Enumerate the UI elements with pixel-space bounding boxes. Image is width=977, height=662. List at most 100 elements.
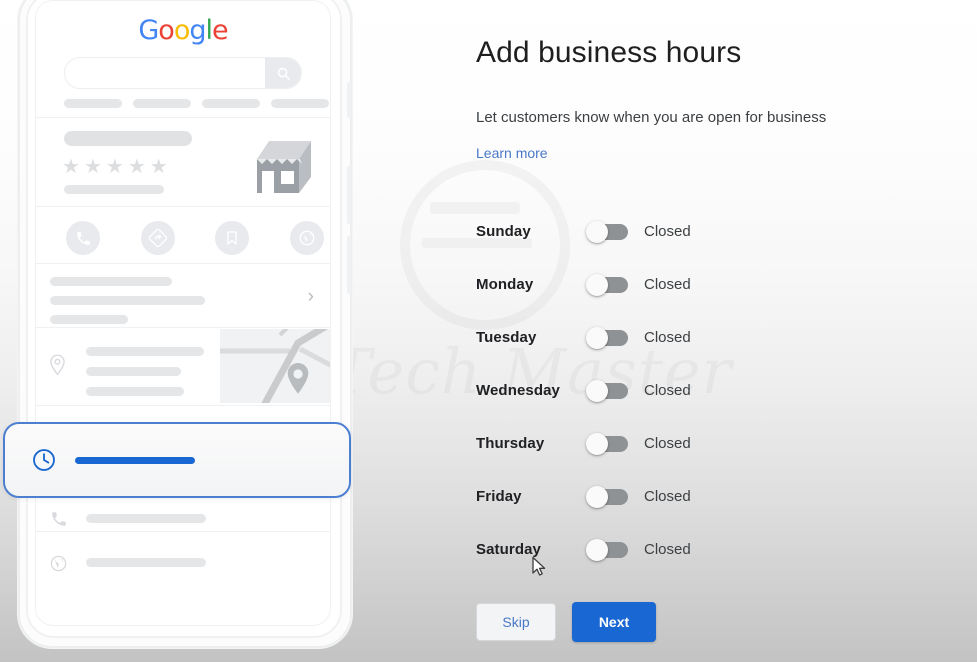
phone-side-button-2 [347, 166, 351, 224]
toggle-knob [586, 273, 608, 296]
divider [36, 117, 330, 118]
day-row-tuesday: Tuesday Closed [476, 311, 766, 364]
learn-more-link[interactable]: Learn more [476, 145, 548, 161]
star-icon: ★ [149, 156, 168, 178]
bookmark-icon [215, 221, 250, 255]
website-icon [50, 555, 67, 572]
preview-phone-row [36, 499, 330, 545]
day-row-thursday: Thursday Closed [476, 417, 766, 470]
google-logo: Google [36, 17, 330, 44]
preview-search-bar [64, 57, 302, 89]
google-logo-o2: o [173, 15, 191, 46]
day-row-saturday: Saturday Closed [476, 523, 766, 576]
skeleton-business-subtitle [64, 185, 164, 194]
day-row-monday: Monday Closed [476, 258, 766, 311]
toggle-knob [586, 432, 608, 455]
star-icon: ★ [127, 156, 146, 178]
business-hours-callout [3, 422, 351, 498]
day-state: Closed [644, 541, 691, 558]
day-label: Friday [476, 488, 522, 505]
call-icon [66, 221, 100, 255]
star-icon: ★ [62, 156, 80, 178]
skeleton-bar [50, 315, 128, 324]
skeleton-chip [64, 99, 122, 108]
preview-map-row [36, 329, 330, 403]
storefront-illustration [257, 141, 311, 193]
day-toggle-sunday[interactable] [586, 220, 630, 243]
toggle-knob [586, 538, 608, 561]
google-logo-g1: G [138, 15, 159, 46]
day-toggle-thursday[interactable] [586, 432, 630, 455]
phone-side-button-1 [347, 82, 351, 118]
day-label: Sunday [476, 223, 531, 240]
onboarding-page: Tech Master Google [0, 0, 977, 662]
skip-button[interactable]: Skip [476, 603, 556, 641]
preview-chips-row [64, 99, 330, 108]
toggle-knob [586, 326, 608, 349]
phone-screen: Google ★ ★ ★ ★ ★ › [35, 0, 331, 626]
location-pin-icon [50, 354, 65, 376]
skeleton-bar [86, 558, 206, 567]
day-state: Closed [644, 276, 691, 293]
day-toggle-wednesday[interactable] [586, 379, 630, 402]
skeleton-bar [50, 277, 172, 286]
google-logo-e: e [212, 15, 229, 46]
chevron-right-icon: › [307, 286, 314, 307]
skeleton-chip [133, 99, 191, 108]
callout-accent-bar [75, 456, 195, 464]
day-row-sunday: Sunday Closed [476, 205, 766, 258]
map-thumbnail [220, 329, 330, 403]
page-title: Add business hours [476, 36, 742, 69]
divider [36, 206, 330, 207]
day-toggle-monday[interactable] [586, 273, 630, 296]
skeleton-chip [271, 99, 329, 108]
toggle-knob [586, 379, 608, 402]
phone-side-button-3 [347, 236, 351, 294]
day-toggle-saturday[interactable] [586, 538, 630, 561]
day-state: Closed [644, 382, 691, 399]
skeleton-bar [50, 296, 205, 305]
divider [36, 263, 330, 264]
preview-actions-row [66, 221, 324, 255]
day-row-wednesday: Wednesday Closed [476, 364, 766, 417]
preview-info-row: › [36, 269, 330, 325]
google-logo-o1: o [158, 15, 175, 46]
day-toggle-friday[interactable] [586, 485, 630, 508]
skeleton-chip [202, 99, 260, 108]
day-label: Wednesday [476, 382, 560, 399]
footer-actions: Skip Next [476, 602, 656, 642]
day-row-friday: Friday Closed [476, 470, 766, 523]
directions-icon [140, 221, 175, 255]
business-hours-panel: Add business hours Let customers know wh… [476, 0, 946, 662]
divider [36, 405, 330, 406]
call-icon [52, 512, 66, 526]
preview-website-row [36, 543, 330, 589]
day-state: Closed [644, 223, 691, 240]
day-label: Saturday [476, 541, 541, 558]
day-toggle-tuesday[interactable] [586, 326, 630, 349]
phone-preview-illustration: Google ★ ★ ★ ★ ★ › [18, 0, 352, 648]
skeleton-bar [86, 514, 206, 523]
rating-stars: ★ ★ ★ ★ ★ [62, 157, 168, 177]
day-label: Monday [476, 276, 534, 293]
business-hours-day-list: Sunday Closed Monday Closed Tuesday Clos… [476, 205, 766, 576]
page-subtitle: Let customers know when you are open for… [476, 109, 827, 126]
skeleton-bar [86, 367, 181, 376]
star-icon: ★ [83, 156, 102, 178]
divider [36, 327, 330, 328]
skeleton-business-name [64, 131, 192, 146]
next-button[interactable]: Next [572, 602, 656, 642]
website-icon [289, 221, 324, 255]
skeleton-bar [86, 387, 184, 396]
toggle-knob [586, 485, 608, 508]
day-state: Closed [644, 488, 691, 505]
day-state: Closed [644, 435, 691, 452]
skeleton-bar [86, 347, 204, 356]
day-label: Thursday [476, 435, 545, 452]
search-icon [265, 58, 301, 88]
clock-icon [33, 449, 55, 471]
star-icon: ★ [105, 156, 124, 178]
google-logo-g2: g [189, 15, 206, 46]
day-label: Tuesday [476, 329, 537, 346]
day-state: Closed [644, 329, 691, 346]
